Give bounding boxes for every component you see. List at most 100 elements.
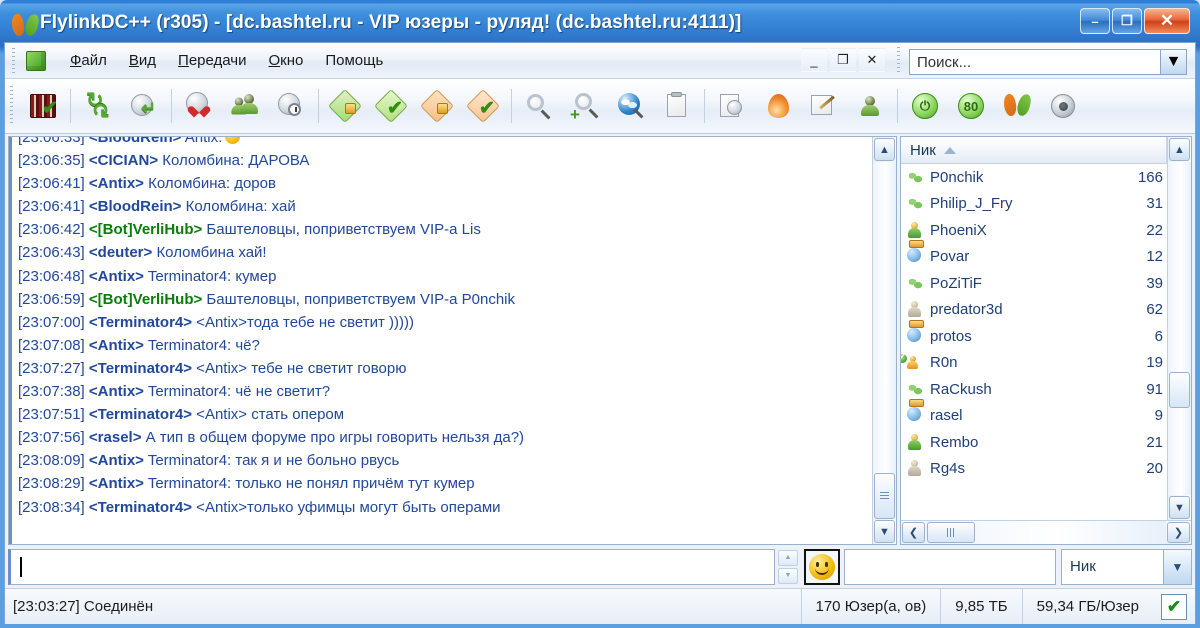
user-nick[interactable]: protos bbox=[926, 328, 1121, 345]
user-list-item[interactable]: RaCkush 91 bbox=[901, 376, 1167, 403]
toolbar-search-spy-button[interactable] bbox=[608, 84, 654, 128]
chat-nick[interactable]: <[Bot]VerliHub> bbox=[89, 291, 202, 308]
chat-vertical-scrollbar[interactable]: ▲ ▼ bbox=[872, 137, 896, 544]
user-nick[interactable]: PhoeniX bbox=[926, 222, 1121, 239]
toolbar-download-queue-button[interactable] bbox=[323, 84, 369, 128]
chat-nick[interactable]: <[Bot]VerliHub> bbox=[89, 221, 202, 238]
mdi-close-button[interactable]: ✕ bbox=[859, 48, 885, 72]
search-combobox[interactable]: Поиск... ▼ bbox=[909, 49, 1187, 75]
user-nick[interactable]: predator3d bbox=[926, 301, 1121, 318]
scroll-up-icon[interactable]: ▲ bbox=[1169, 138, 1190, 161]
user-hscroll-thumb[interactable] bbox=[927, 522, 975, 543]
user-scroll-thumb[interactable] bbox=[1169, 372, 1190, 408]
mdi-minimize-button[interactable]: _ bbox=[801, 48, 827, 72]
user-list-horizontal-scrollbar[interactable]: ❮ ❯ bbox=[901, 520, 1191, 544]
search-input[interactable]: Поиск... bbox=[910, 54, 1160, 71]
menu-item-help[interactable]: Помощь bbox=[314, 49, 394, 72]
toolbar-adl-search-button[interactable]: + bbox=[562, 84, 608, 128]
user-list-header-nick[interactable]: Ник bbox=[901, 142, 936, 159]
chat-nick[interactable]: <Antix> bbox=[89, 268, 144, 285]
chat-nick[interactable]: <BloodRein> bbox=[89, 198, 182, 215]
user-nick[interactable]: PoZiTiF bbox=[926, 275, 1121, 292]
chat-nick[interactable]: <deuter> bbox=[89, 244, 152, 261]
toolbar-search-button[interactable] bbox=[516, 84, 562, 128]
chat-nick[interactable]: <Terminator4> bbox=[89, 406, 192, 423]
toolbar-flame-button[interactable] bbox=[755, 84, 801, 128]
user-list-vertical-scrollbar[interactable]: ▲ ▼ bbox=[1167, 137, 1191, 520]
chat-nick[interactable]: <Terminator4> bbox=[89, 360, 192, 377]
chat-nick[interactable]: <BloodRein> bbox=[89, 137, 182, 146]
user-list-item[interactable]: P0nchik 166 bbox=[901, 164, 1167, 191]
scroll-down-icon[interactable]: ▼ bbox=[1169, 496, 1190, 519]
chat-scroll-track[interactable] bbox=[873, 162, 896, 519]
toolbar-notepad-button[interactable] bbox=[801, 84, 847, 128]
emoticon-button[interactable] bbox=[804, 548, 840, 585]
toolbar-speed-limit-button[interactable]: 80 bbox=[948, 84, 994, 128]
user-list-item[interactable]: PoZiTiF 39 bbox=[901, 270, 1167, 297]
user-list-rows[interactable]: P0nchik 166 Philip_J_Fry 31 PhoeniX 22 Povar 12… bbox=[901, 164, 1167, 520]
menu-drag-handle[interactable] bbox=[9, 47, 18, 74]
scroll-up-icon[interactable]: ▲ bbox=[874, 138, 895, 161]
chevron-down-icon[interactable]: ▼ bbox=[1160, 50, 1186, 74]
chat-nick[interactable]: <Antix> bbox=[89, 175, 144, 192]
toolbar-away-user-button[interactable] bbox=[847, 84, 893, 128]
status-checkbox[interactable]: ✔ bbox=[1161, 593, 1187, 620]
chat-nick[interactable]: <Terminator4> bbox=[89, 314, 192, 331]
chat-nick[interactable]: <Antix> bbox=[89, 452, 144, 469]
chat-nick[interactable]: <Antix> bbox=[89, 383, 144, 400]
toolbar-drag-handle[interactable] bbox=[7, 86, 16, 126]
chat-messages[interactable]: [23:06:33] <BloodRein> Antix: [23:06:35] … bbox=[9, 137, 872, 544]
user-list-item[interactable]: rasel 9 bbox=[901, 399, 1167, 430]
user-nick[interactable]: Povar bbox=[926, 248, 1121, 265]
search-drag-handle[interactable] bbox=[894, 47, 903, 73]
toolbar-network-stats-button[interactable] bbox=[654, 84, 700, 128]
spinner-down-icon[interactable]: ▼ bbox=[778, 567, 798, 584]
close-button[interactable]: ✕ bbox=[1144, 8, 1190, 34]
chat-scroll-thumb[interactable] bbox=[874, 473, 895, 519]
user-nick[interactable]: R0n bbox=[926, 354, 1121, 371]
nick-combobox-value[interactable]: Ник bbox=[1062, 558, 1163, 575]
menu-item-transfers[interactable]: Передачи bbox=[167, 49, 257, 72]
spinner-up-icon[interactable]: ▲ bbox=[778, 549, 798, 566]
toolbar-favorite-users-button[interactable] bbox=[222, 84, 268, 128]
user-list-item[interactable]: R0n 19 bbox=[901, 350, 1167, 377]
toolbar-finished-uploads-button[interactable]: ✔ bbox=[461, 84, 507, 128]
menu-item-file[interactable]: Файл bbox=[59, 49, 118, 72]
user-nick[interactable]: RaCkush bbox=[926, 381, 1121, 398]
user-list-item[interactable]: Rembo 21 bbox=[901, 429, 1167, 456]
toolbar-favorite-hubs-button[interactable] bbox=[176, 84, 222, 128]
menu-item-window[interactable]: Окно bbox=[257, 49, 314, 72]
user-hscroll-track[interactable] bbox=[926, 521, 1166, 544]
user-list-item[interactable]: protos 6 bbox=[901, 319, 1167, 350]
toolbar-public-hubs-button[interactable]: ✔ bbox=[20, 84, 66, 128]
chat-nick[interactable]: <rasel> bbox=[89, 429, 142, 446]
chat-nick[interactable]: <Terminator4> bbox=[89, 499, 192, 516]
secondary-text-field[interactable] bbox=[844, 548, 1056, 585]
toolbar-sound-button[interactable] bbox=[1040, 84, 1086, 128]
toolbar-recent-hubs-button[interactable] bbox=[268, 84, 314, 128]
scroll-left-icon[interactable]: ❮ bbox=[902, 522, 925, 543]
user-nick[interactable]: rasel bbox=[926, 407, 1121, 424]
toolbar-power-button[interactable]: ⏻ bbox=[902, 84, 948, 128]
toolbar-upload-queue-button[interactable] bbox=[415, 84, 461, 128]
user-nick[interactable]: P0nchik bbox=[926, 169, 1121, 186]
user-nick[interactable]: Rg4s bbox=[926, 460, 1121, 477]
scroll-down-icon[interactable]: ▼ bbox=[874, 520, 895, 543]
chat-nick[interactable]: <Antix> bbox=[89, 337, 144, 354]
mdi-restore-button[interactable]: ❐ bbox=[830, 48, 856, 72]
user-list-item[interactable]: Povar 12 bbox=[901, 240, 1167, 271]
menu-item-view[interactable]: Вид bbox=[118, 49, 167, 72]
chat-nick[interactable]: <CICIAN> bbox=[89, 152, 158, 169]
scroll-right-icon[interactable]: ❯ bbox=[1167, 522, 1190, 543]
user-list-item[interactable]: Philip_J_Fry 31 bbox=[901, 191, 1167, 218]
toolbar-finished-downloads-button[interactable]: ✔ bbox=[369, 84, 415, 128]
user-nick[interactable]: Rembo bbox=[926, 434, 1121, 451]
nick-combobox[interactable]: Ник ▼ bbox=[1061, 548, 1192, 585]
toolbar-flylink-logo-button[interactable] bbox=[994, 84, 1040, 128]
user-list-item[interactable]: predator3d 62 bbox=[901, 297, 1167, 324]
restore-button[interactable]: ❐ bbox=[1112, 8, 1142, 34]
message-input[interactable] bbox=[8, 548, 775, 585]
message-spinner[interactable]: ▲ ▼ bbox=[777, 549, 799, 585]
user-nick[interactable]: Philip_J_Fry bbox=[926, 195, 1121, 212]
chevron-down-icon[interactable]: ▼ bbox=[1163, 549, 1191, 584]
